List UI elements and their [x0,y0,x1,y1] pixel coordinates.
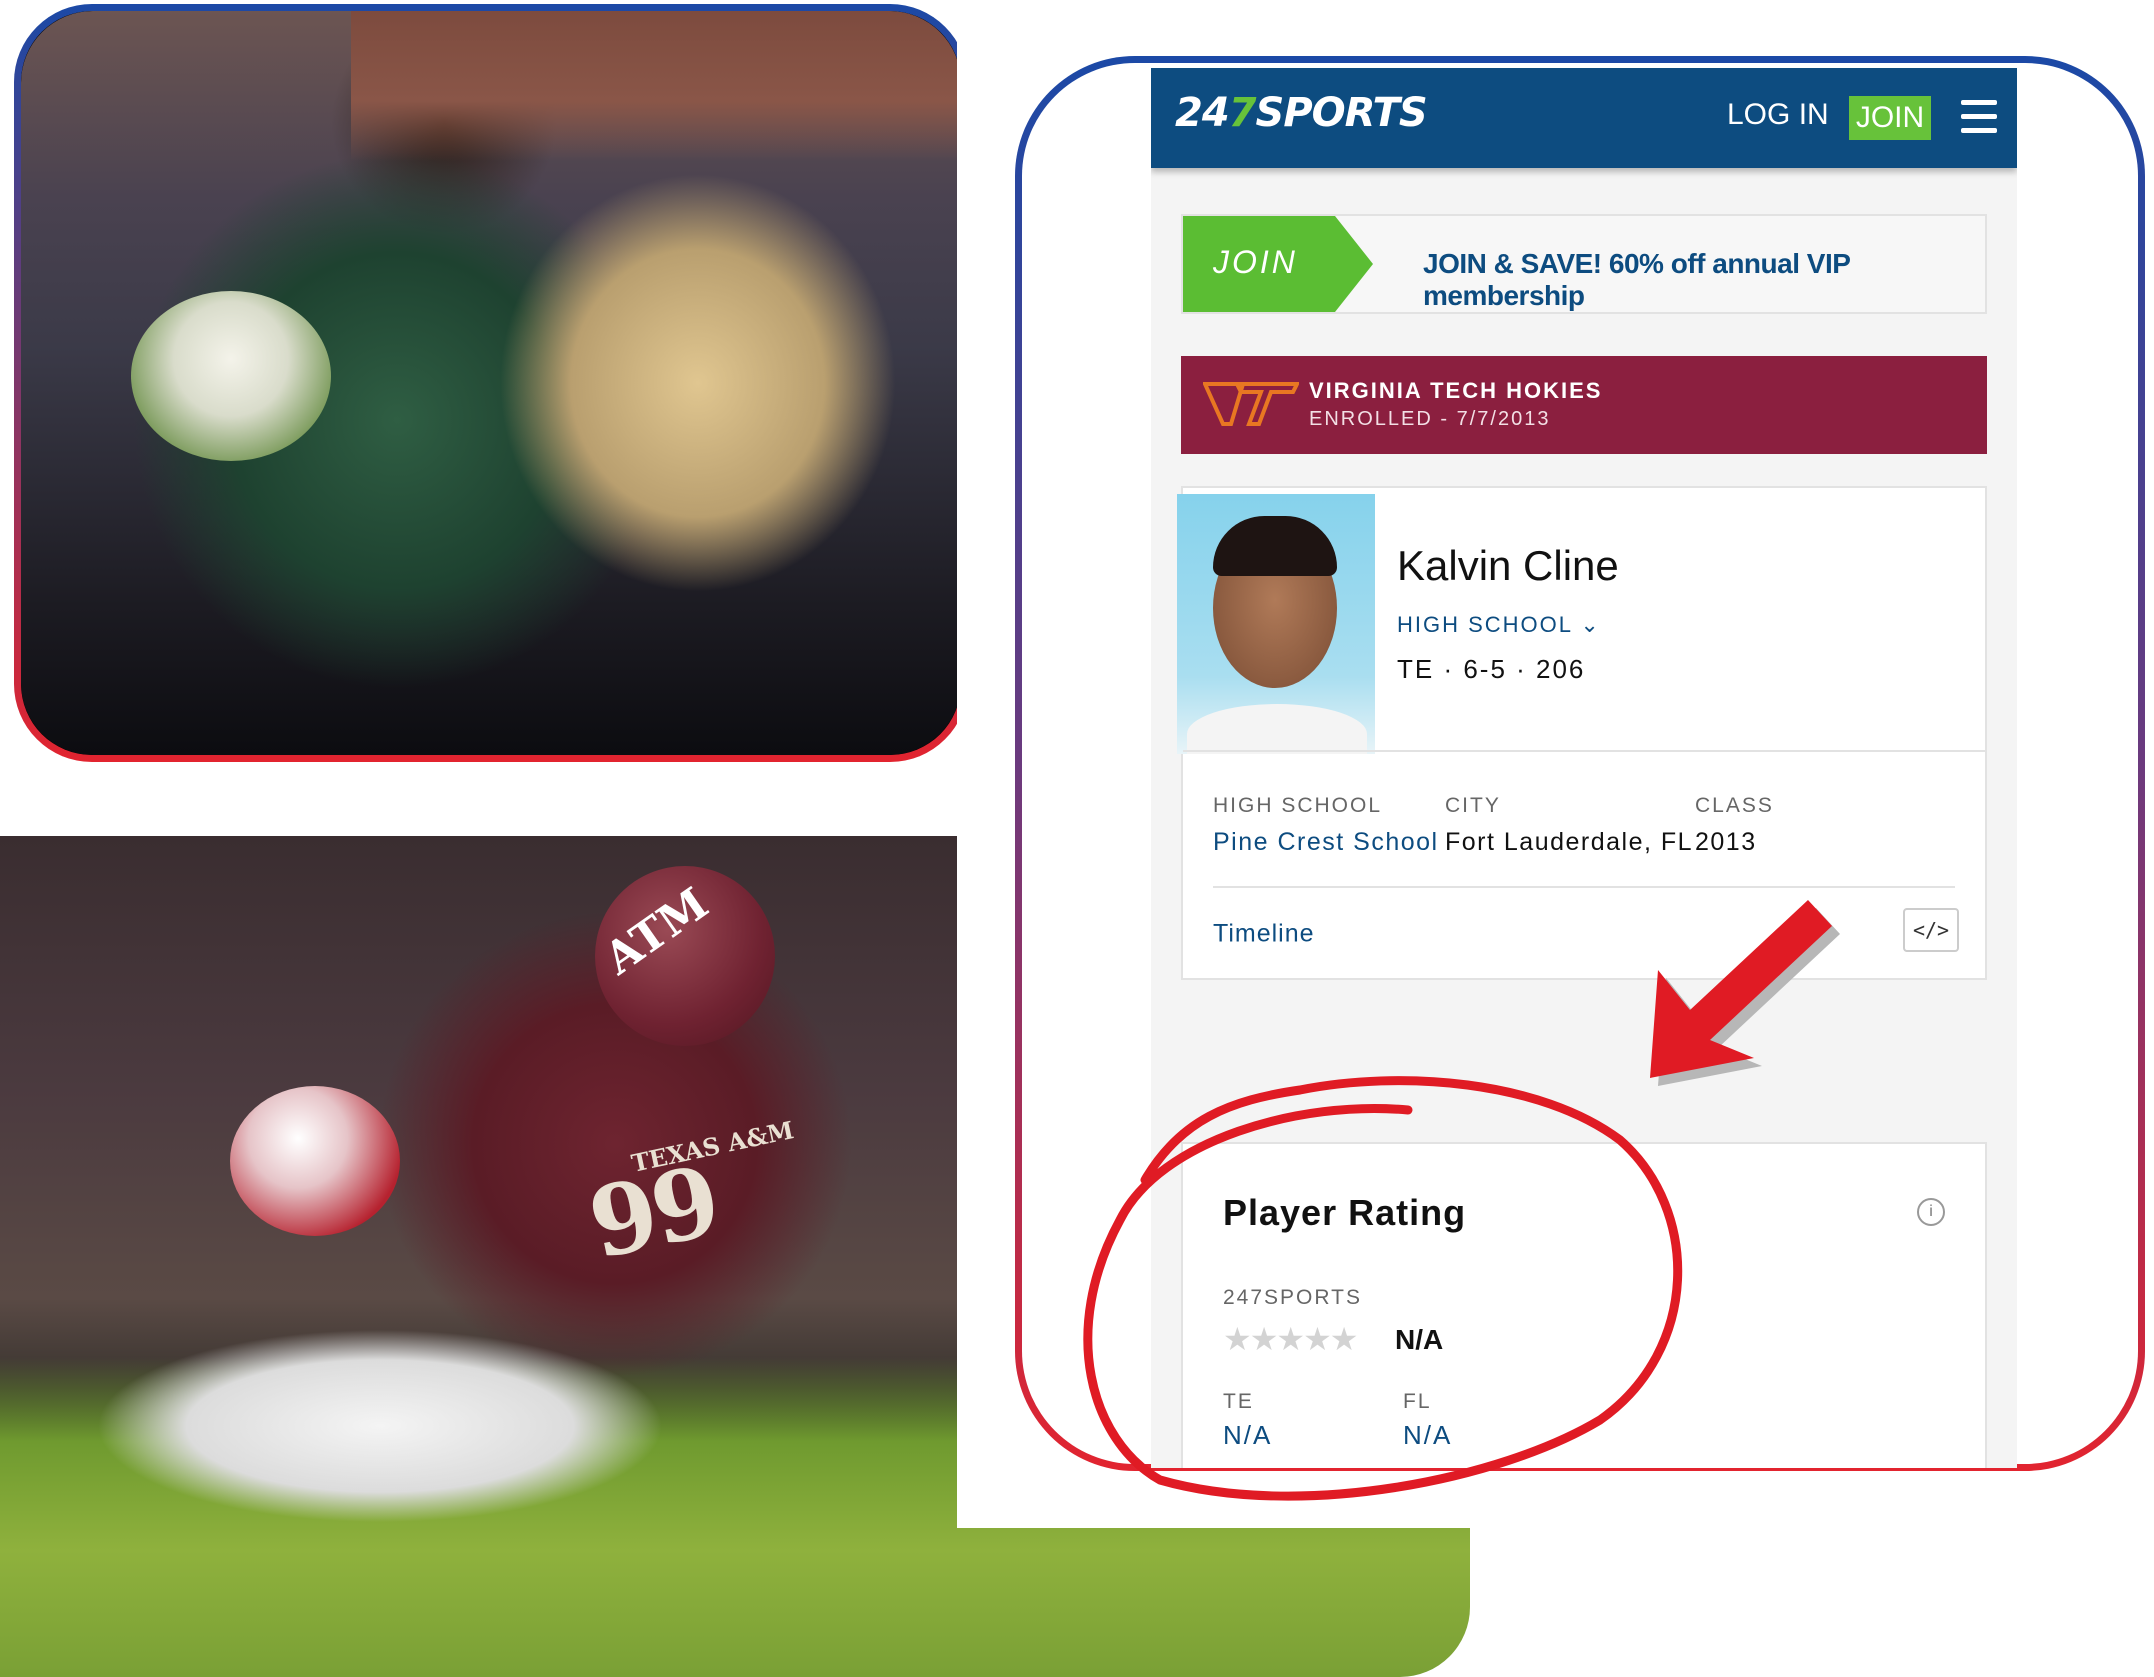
logo-suffix: SPORTS [1255,90,1428,136]
star-rating-icon: ★★★★★ [1223,1321,1358,1357]
class-value: 2013 [1695,828,1757,856]
promo-tag-label: JOIN [1213,244,1298,280]
state-rank-value: N/A [1403,1420,1453,1450]
vt-logo-icon [1203,382,1299,426]
rating-title: Player Rating [1223,1192,1467,1233]
city-label: CITY [1445,794,1501,817]
enrollment-status: ENROLLED - 7/7/2013 [1309,408,1551,430]
photo-family-hug [14,4,968,762]
high-school-link[interactable]: Pine Crest School [1213,828,1439,857]
logo-prefix: 24 [1175,90,1230,136]
red-helmet [230,1086,400,1236]
promo-banner[interactable]: JOIN JOIN & SAVE! 60% off annual VIP mem… [1181,214,1987,314]
login-link[interactable]: LOG IN [1727,98,1829,132]
player-rating-card: Player Rating i 247SPORTS ★★★★★ N/A TE N… [1181,1142,1987,1468]
player-white-pants [60,1276,700,1576]
player-headshot [1177,494,1375,754]
state-rank-label: FL [1403,1390,1432,1413]
position-rank-value: N/A [1223,1420,1273,1450]
site-logo[interactable]: 247SPORTS [1175,90,1428,136]
rating-value: N/A [1395,1324,1444,1355]
mobile-screenshot: 247SPORTS LOG IN JOIN JOIN JOIN & SAVE! … [1151,68,2017,1468]
player-position-size: TE · 6-5 · 206 [1397,654,1586,684]
school-name: VIRGINIA TECH HOKIES [1309,378,1603,403]
flower-bouquet [131,291,331,461]
city-value: Fort Lauderdale, FL [1445,828,1694,856]
class-label: CLASS [1695,794,1774,817]
player-name: Kalvin Cline [1397,542,1619,589]
divider [1213,886,1955,888]
hug-scene [21,11,961,755]
level-dropdown[interactable]: HIGH SCHOOL ⌄ [1397,612,1601,638]
site-header: 247SPORTS LOG IN JOIN [1151,68,2017,168]
info-icon[interactable]: i [1917,1198,1945,1226]
level-label: HIGH SCHOOL [1397,612,1573,637]
divider [1183,750,1985,752]
promo-text: JOIN & SAVE! 60% off annual VIP membersh… [1423,248,1850,311]
stadium-building [351,11,961,161]
player-profile-card: Kalvin Cline HIGH SCHOOL ⌄ TE · 6-5 · 20… [1177,486,1987,980]
menu-icon[interactable] [1961,100,1997,134]
join-button[interactable]: JOIN [1849,96,1931,140]
commitment-bar[interactable]: VIRGINIA TECH HOKIES ENROLLED - 7/7/2013 [1181,356,1987,454]
rating-source: 247SPORTS [1223,1286,1363,1309]
high-school-label: HIGH SCHOOL [1213,794,1383,817]
position-rank-label: TE [1223,1390,1254,1413]
logo-seven: 7 [1228,90,1257,136]
embed-code-icon[interactable]: </> [1903,908,1959,952]
timeline-link[interactable]: Timeline [1213,920,1315,949]
chevron-down-icon: ⌄ [1580,612,1601,637]
